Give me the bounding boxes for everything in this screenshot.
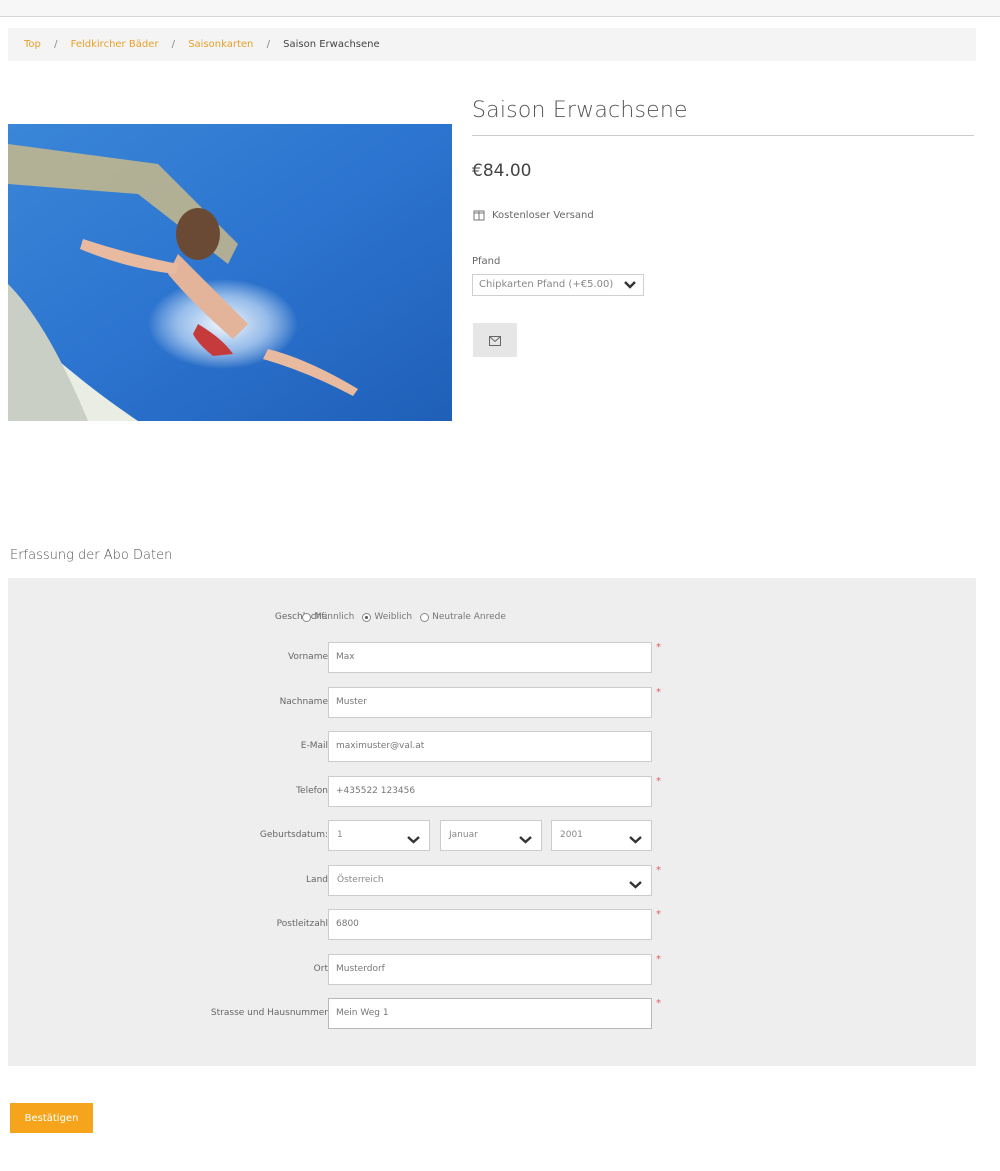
nachname-label: Nachname — [279, 697, 328, 707]
gender-option-maennlich[interactable]: Männlich — [302, 612, 354, 622]
geburtsdatum-label: Geburtsdatum: — [259, 830, 328, 840]
breadcrumb-separator: / — [266, 39, 270, 50]
pfand-label: Pfand — [472, 256, 501, 267]
gender-option-neutral[interactable]: Neutrale Anrede — [420, 612, 506, 622]
radio-button-checked[interactable] — [362, 612, 372, 622]
pfand-selected-value: Chipkarten Pfand (+€5.00) — [479, 279, 614, 290]
gender-option-weiblich[interactable]: Weiblich — [362, 612, 412, 622]
ort-label: Ort — [313, 964, 328, 974]
postleitzahl-label: Postleitzahl — [276, 919, 328, 929]
breadcrumb-separator: / — [171, 39, 176, 50]
birth-year-select[interactable]: 2001 — [551, 820, 652, 851]
email-input[interactable]: maximuster@val.at — [328, 731, 652, 762]
required-marker: * — [656, 865, 661, 876]
abo-form: Geschlecht: Männlich Weiblich Neutrale A… — [8, 578, 976, 1066]
land-label: Land — [306, 875, 328, 885]
pfand-select[interactable]: Chipkarten Pfand (+€5.00) — [472, 274, 644, 296]
required-marker: * — [656, 998, 661, 1009]
vorname-label: Vorname — [287, 652, 328, 662]
shipping-text: Kostenloser Versand — [492, 209, 594, 221]
mail-icon — [489, 331, 501, 350]
swimmer-photo — [8, 124, 452, 421]
required-marker: * — [656, 909, 661, 920]
breadcrumb-link-baeder[interactable]: Feldkircher Bäder — [71, 39, 159, 50]
land-select[interactable]: Österreich — [328, 865, 652, 896]
birth-month-select[interactable]: Januar — [440, 820, 542, 851]
radio-button[interactable] — [420, 612, 430, 622]
strasse-input[interactable]: Mein Weg 1 — [328, 998, 652, 1029]
gender-radio-group: Männlich Weiblich Neutrale Anrede — [302, 612, 506, 622]
breadcrumb-current: Saison Erwachsene — [283, 39, 380, 50]
product-price: €84.00 — [472, 161, 532, 181]
confirm-button[interactable]: Bestätigen — [10, 1103, 93, 1133]
breadcrumb-separator: / — [54, 39, 58, 50]
chevron-down-icon — [623, 279, 637, 291]
radio-button[interactable] — [302, 612, 311, 622]
required-marker: * — [656, 954, 661, 965]
package-icon — [472, 208, 486, 222]
product-image[interactable] — [8, 124, 452, 421]
chevron-down-icon — [628, 875, 643, 889]
shipping-info: Kostenloser Versand — [472, 208, 594, 222]
required-marker: * — [656, 642, 661, 653]
ort-input[interactable]: Musterdorf — [328, 954, 652, 985]
mail-button[interactable] — [473, 323, 517, 357]
breadcrumb-link-saisonkarten[interactable]: Saisonkarten — [188, 39, 253, 50]
nachname-input[interactable]: Muster — [328, 687, 652, 718]
email-label: E-Mail — [300, 741, 328, 751]
chevron-down-icon — [628, 830, 643, 844]
telefon-label: Telefon — [296, 786, 328, 796]
top-bar — [0, 0, 1000, 17]
chevron-down-icon — [518, 830, 533, 844]
strasse-label: Strasse und Hausnummer — [210, 1008, 328, 1018]
breadcrumb-link-top[interactable]: Top — [24, 39, 41, 50]
product-title: Saison Erwachsene — [472, 98, 688, 123]
chevron-down-icon — [406, 830, 421, 844]
telefon-input[interactable]: +435522 123456 — [328, 776, 652, 807]
section-title: Erfassung der Abo Daten — [10, 548, 173, 563]
required-marker: * — [656, 687, 661, 698]
vorname-input[interactable]: Max — [328, 642, 652, 673]
breadcrumb: Top / Feldkircher Bäder / Saisonkarten /… — [8, 28, 976, 61]
postleitzahl-input[interactable]: 6800 — [328, 909, 652, 940]
title-divider — [472, 135, 974, 136]
birth-day-select[interactable]: 1 — [328, 820, 430, 851]
required-marker: * — [656, 776, 661, 787]
